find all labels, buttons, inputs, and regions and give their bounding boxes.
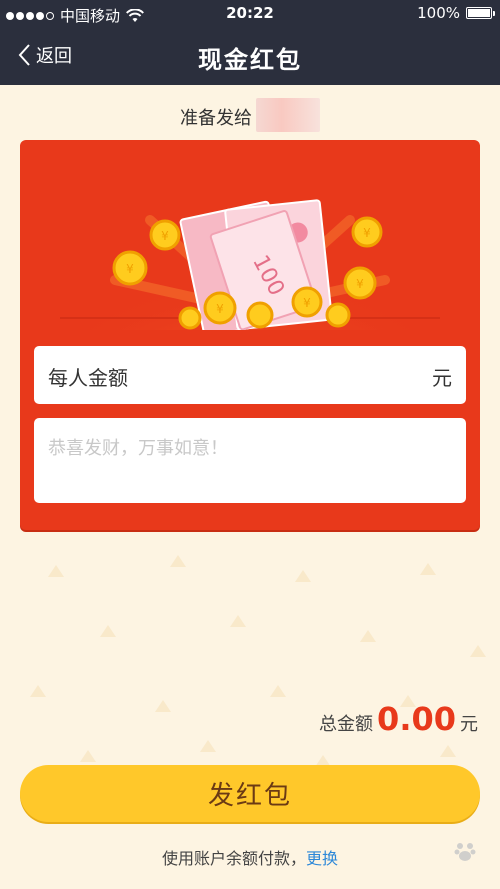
svg-text:¥: ¥ [126,262,134,276]
send-red-packet-button[interactable]: 发红包 [20,765,480,822]
svg-text:¥: ¥ [161,229,169,243]
total-label: 总金额 [319,714,374,735]
recipient-line: 准备发给 [0,98,500,132]
top-bar: 中国移动 20:22 100% 返回 现金红包 [0,0,500,85]
battery-percent: 100% [417,4,460,22]
amount-per-person-input[interactable]: 每人金额 元 [34,346,466,404]
greeting-message-input[interactable]: 恭喜发财，万事如意！ [34,418,466,503]
total-amount: 总金额 0.00 元 [319,700,478,738]
change-payment-link[interactable]: 更换 [306,849,338,868]
total-unit: 元 [460,714,478,735]
greeting-placeholder: 恭喜发财，万事如意！ [48,438,228,459]
svg-text:¥: ¥ [363,226,371,240]
watermark-logo [452,838,478,864]
recipient-label: 准备发给 [180,108,252,129]
paw-icon [454,843,476,861]
svg-text:¥: ¥ [356,277,364,291]
payment-note: 使用账户余额付款，更换 [0,845,500,869]
nav-bar: 返回 现金红包 [0,28,500,85]
red-packet-card: 100 ¥ ¥ ¥ ¥ ¥ ¥ 每人金额 元 恭喜发财，万事如意！ [20,140,480,530]
total-value: 0.00 [377,700,456,738]
recipient-name-redacted [256,98,320,132]
svg-text:¥: ¥ [303,296,311,310]
payment-note-text: 使用账户余额付款， [161,849,306,868]
amount-unit: 元 [432,366,452,390]
money-illustration: 100 ¥ ¥ ¥ ¥ ¥ ¥ [60,199,440,330]
status-bar: 中国移动 20:22 100% [0,0,500,28]
battery-icon [466,7,495,19]
page-title: 现金红包 [198,46,302,74]
svg-text:¥: ¥ [216,302,224,316]
amount-label: 每人金额 [48,366,128,390]
